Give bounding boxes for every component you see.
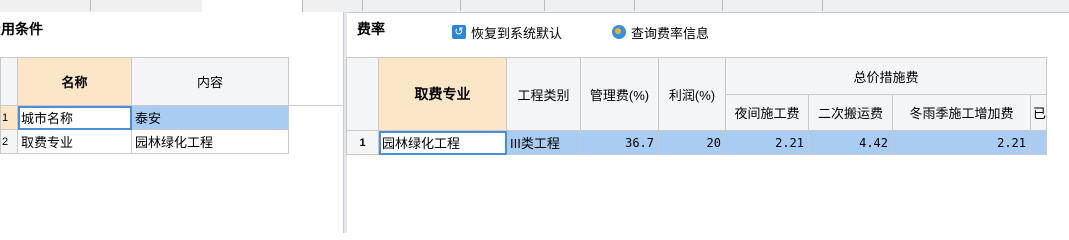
tab-4[interactable] (302, 0, 363, 11)
specialty-label-cell[interactable]: 取费专业 (17, 129, 132, 154)
table-row[interactable]: 2 取费专业 园林绿化工程 (0, 129, 344, 154)
fee-conditions-title: 费用条件 (0, 21, 43, 37)
secondary-transport-fee-cell[interactable]: 4.42 (808, 130, 893, 155)
city-name-label-cell[interactable]: 城市名称 (17, 105, 132, 130)
winter-rain-fee-cell[interactable]: 2.21 (892, 130, 1031, 155)
restore-icon: ↺ (452, 25, 466, 39)
row-number-header (346, 57, 379, 131)
tab-active[interactable] (202, 0, 303, 12)
specialty-column-header[interactable]: 取费专业 (378, 57, 507, 131)
row-number: 2 (0, 129, 18, 154)
specialty-cell[interactable]: 园林绿化工程 (378, 130, 507, 155)
fee-rate-title: 费率 (357, 21, 385, 37)
specialty-value-cell[interactable]: 园林绿化工程 (131, 129, 289, 154)
query-rate-label: 查询费率信息 (631, 25, 710, 41)
tab-2[interactable] (90, 0, 203, 11)
tab-5[interactable] (362, 0, 461, 11)
row-number-header (0, 57, 18, 106)
profit-column-header[interactable]: 利润(%) (658, 57, 726, 131)
management-fee-column-header[interactable]: 管理费(%) (580, 57, 659, 131)
city-name-value-cell[interactable]: 泰安 (131, 105, 289, 130)
night-work-fee-header[interactable]: 夜间施工费 (725, 94, 809, 131)
empty-cell (288, 105, 344, 130)
row-number: 1 (346, 130, 379, 155)
empty-header-space (288, 57, 344, 106)
query-rate-button[interactable]: 查询费率信息 (612, 22, 709, 42)
content-column-header[interactable]: 内容 (131, 57, 289, 106)
table-row[interactable]: 1 园林绿化工程 III类工程 36.7 20 2.21 4.42 2.21 (346, 130, 1048, 155)
truncated-column-header[interactable]: 已 (1029, 94, 1048, 131)
empty-cell (288, 129, 344, 154)
category-column-header[interactable]: 工程类别 (506, 57, 581, 131)
winter-rain-fee-header[interactable]: 冬雨季施工增加费 (892, 94, 1031, 131)
profit-cell[interactable]: 20 (658, 130, 726, 155)
secondary-transport-fee-header[interactable]: 二次搬运费 (808, 94, 893, 131)
tab-9[interactable] (722, 0, 823, 11)
tab-6[interactable] (460, 0, 545, 11)
fee-conditions-table: 名称 内容 1 城市名称 泰安 2 取费专业 园林绿化工程 (0, 57, 344, 154)
total-measures-group-header[interactable]: 总价措施费 (724, 57, 1048, 95)
management-fee-cell[interactable]: 36.7 (580, 130, 659, 155)
tab-1[interactable] (0, 0, 91, 11)
tab-7[interactable] (544, 0, 635, 11)
night-work-fee-cell[interactable]: 2.21 (725, 130, 809, 155)
name-column-header[interactable]: 名称 (17, 57, 132, 106)
fee-rate-table: 取费专业 工程类别 管理费(%) 利润(%) 总价措施费 夜间施工费 二次搬运费… (346, 57, 1048, 155)
table-row[interactable]: 1 城市名称 泰安 (0, 105, 344, 130)
truncated-cell[interactable] (1029, 130, 1048, 155)
category-cell[interactable]: III类工程 (506, 130, 581, 155)
query-icon (612, 25, 626, 39)
restore-default-label: 恢复到系统默认 (471, 25, 563, 41)
row-number: 1 (0, 105, 18, 130)
tab-8[interactable] (634, 0, 723, 11)
restore-default-button[interactable]: ↺ 恢复到系统默认 (452, 22, 562, 42)
